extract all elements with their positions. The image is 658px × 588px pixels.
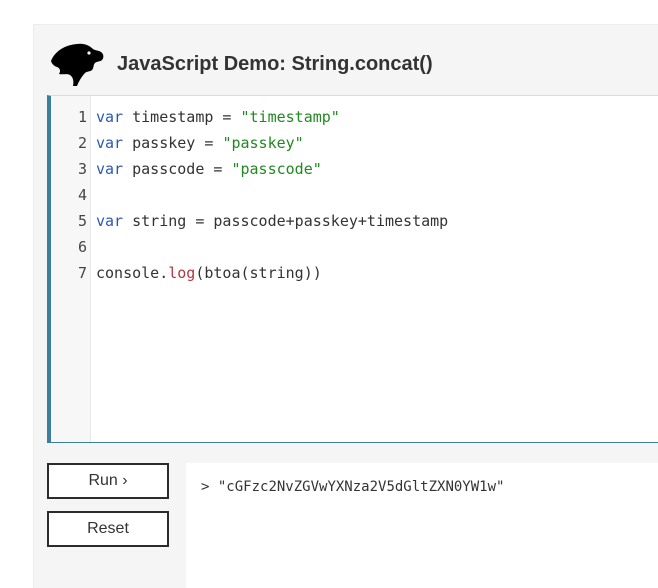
code-text: var timestamp = "timestamp" <box>96 104 340 130</box>
code-token: console. <box>96 264 169 282</box>
code-token: var <box>96 134 124 152</box>
code-token: var <box>96 212 124 230</box>
code-token: var <box>96 108 124 126</box>
code-token: timestamp = <box>123 108 241 126</box>
code-token: passkey = <box>123 134 223 152</box>
page-title: JavaScript Demo: String.concat() <box>117 53 433 75</box>
output-value: "cGFzc2NvZGVwYXNza2V5dGltZXN0YW1w" <box>217 479 505 495</box>
code-token: string = passcode+passkey+timestamp <box>123 212 449 230</box>
code-token: passcode = <box>123 160 232 178</box>
code-token: "timestamp" <box>240 108 340 126</box>
console-output: > "cGFzc2NvZGVwYXNza2V5dGltZXN0YW1w" <box>186 463 658 588</box>
code-text: var string = passcode+passkey+timestamp <box>96 208 448 234</box>
line-number: 6 <box>77 238 87 256</box>
code-text: var passkey = "passkey" <box>96 130 304 156</box>
code-line: 1 var timestamp = "timestamp" <box>51 104 658 130</box>
line-number: 2 <box>77 134 87 152</box>
line-number: 1 <box>77 108 87 126</box>
code-editor[interactable]: 1 var timestamp = "timestamp" 2 var passkey… <box>47 95 658 443</box>
line-number: 5 <box>77 212 87 230</box>
code-token: log <box>168 264 196 282</box>
code-line: 5 var string = passcode+passkey+timestamp <box>51 208 658 234</box>
code-line: 7 console.log(btoa(string)) <box>51 260 658 286</box>
run-button[interactable]: Run › <box>47 463 169 499</box>
code-token: (btoa(string)) <box>195 264 322 282</box>
output-prompt: > <box>201 479 210 495</box>
demo-panel: JavaScript Demo: String.concat() 1 var ti… <box>33 24 658 588</box>
code-text: var passcode = "passcode" <box>96 156 322 182</box>
output-line: > "cGFzc2NvZGVwYXNza2V5dGltZXN0YW1w" <box>201 479 504 495</box>
code-line: 4 <box>51 182 658 208</box>
line-number: 3 <box>77 160 87 178</box>
reset-button[interactable]: Reset <box>47 511 169 547</box>
header: JavaScript Demo: String.concat() <box>34 25 658 97</box>
code-line: 2 var passkey = "passkey" <box>51 130 658 156</box>
dinosaur-head-icon <box>51 43 104 86</box>
code-line: 3 var passcode = "passcode" <box>51 156 658 182</box>
code-token: var <box>96 160 124 178</box>
code-text: console.log(btoa(string)) <box>96 260 322 286</box>
code-token: "passkey" <box>222 134 304 152</box>
code-line: 6 <box>51 234 658 260</box>
line-number: 4 <box>77 186 87 204</box>
code-token: "passcode" <box>231 160 322 178</box>
line-number: 7 <box>77 264 87 282</box>
